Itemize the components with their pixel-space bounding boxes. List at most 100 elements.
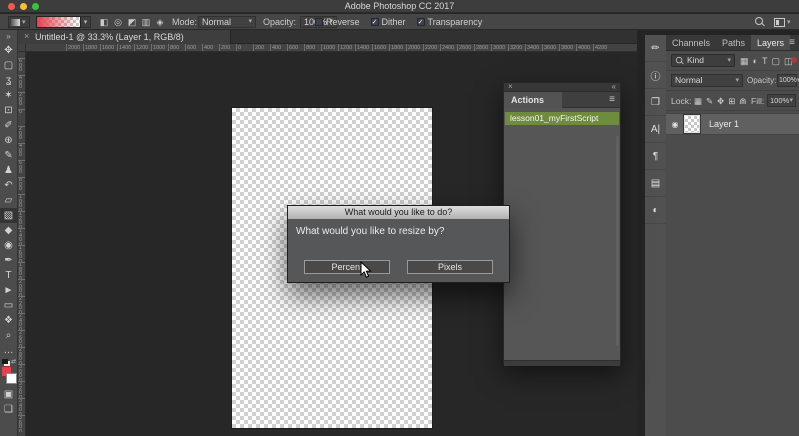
layer-visibility-icon[interactable]: ◉ (666, 120, 684, 129)
lasso-tool[interactable]: ʓ (0, 73, 17, 88)
angle-gradient-button[interactable]: ◩ (126, 16, 138, 28)
scrollbar[interactable] (616, 136, 619, 346)
document-tab[interactable]: × Untitled-1 @ 33.3% (Layer 1, RGB/8) (18, 30, 231, 44)
collapse-panel-icon[interactable]: « (612, 82, 616, 91)
type-tool[interactable]: T (0, 268, 17, 283)
brush-settings-panel-icon[interactable]: ✏ (645, 35, 666, 62)
edit-toolbar-button[interactable]: … (0, 343, 17, 358)
checkbox-box[interactable]: ✓ (370, 18, 379, 26)
actions-tab-row: Actions ≡ (504, 92, 620, 108)
tab-actions[interactable]: Actions (504, 92, 562, 108)
healing-brush-tool[interactable]: ⊕ (0, 133, 17, 148)
ruler-tick: 4000 (576, 44, 593, 51)
ruler-tick: 2400 (440, 44, 457, 51)
pixels-button[interactable]: Pixels (407, 260, 493, 274)
tool-preset-picker[interactable]: ▾ (8, 16, 30, 28)
tab-paths[interactable]: Paths (716, 35, 751, 50)
ruler-tick: 400 (270, 44, 287, 51)
swap-colors-icon[interactable]: ⇄ (11, 358, 16, 365)
checkbox-box[interactable] (315, 18, 323, 26)
crop-tool[interactable]: ⊡ (0, 103, 17, 118)
clone-stamp-tool[interactable]: ♟ (0, 163, 17, 178)
shape-tool[interactable]: ▭ (0, 298, 17, 313)
actions-list: lesson01_myFirstScript (504, 112, 620, 360)
screen-mode-button[interactable]: ❑ (0, 402, 17, 417)
layer-row[interactable]: ◉ Layer 1 (666, 113, 799, 135)
eyedropper-tool[interactable]: ✐ (0, 118, 17, 133)
fill-value: 100% (770, 96, 790, 105)
gradient-tool[interactable]: ▧ (0, 208, 17, 223)
gradient-preview[interactable] (36, 16, 81, 28)
hand-tool[interactable]: ❖ (0, 313, 17, 328)
layer-comps-panel-icon[interactable]: ▤ (645, 170, 666, 197)
dither-checkbox[interactable]: ✓ Dither (370, 17, 406, 27)
filter-toggle-icon[interactable] (791, 57, 797, 63)
info-panel-icon[interactable]: ⓘ (645, 62, 666, 89)
ruler-tick: 2400 (18, 313, 25, 330)
eraser-tool[interactable]: ▱ (0, 193, 17, 208)
diamond-gradient-button[interactable]: ◈ (154, 16, 166, 28)
paragraph-panel-icon[interactable]: ¶ (645, 143, 666, 170)
tab-channels[interactable]: Channels (666, 35, 716, 50)
linear-gradient-button[interactable]: ◧ (98, 16, 110, 28)
layer-filter-icons: ▦ ◐ T ▢ ◫ (740, 55, 792, 67)
layer-thumbnail[interactable] (684, 115, 700, 133)
close-tab-icon[interactable]: × (24, 31, 29, 41)
panel-menu-icon[interactable]: ≡ (609, 92, 615, 108)
fill-select[interactable]: 100% ▾ (767, 94, 796, 107)
ruler-tick: 600 (287, 44, 304, 51)
history-brush-tool[interactable]: ↶ (0, 178, 17, 193)
filter-adjustment-layers-icon[interactable]: ◐ (753, 55, 758, 67)
blend-mode-select[interactable]: Normal ▾ (671, 74, 743, 87)
rectangular-marquee-tool[interactable]: ▢ (0, 58, 17, 73)
search-icon[interactable] (755, 17, 764, 26)
reflected-gradient-button[interactable]: ▥ (140, 16, 152, 28)
blur-tool[interactable]: ◆ (0, 223, 17, 238)
filter-type-layers-icon[interactable]: T (762, 55, 768, 67)
reverse-checkbox[interactable]: Reverse (315, 17, 360, 27)
ruler-tick: 1600 (18, 245, 25, 262)
adjustments-panel-icon[interactable]: ◐ (645, 197, 666, 224)
lock-transparency-icon[interactable]: ▦ (694, 95, 702, 107)
magic-wand-tool[interactable]: ✶ (0, 88, 17, 103)
dodge-tool[interactable]: ◉ (0, 238, 17, 253)
close-panel-icon[interactable]: × (508, 82, 513, 91)
filter-kind-select[interactable]: Kind ▾ (671, 54, 735, 67)
filter-shape-layers-icon[interactable]: ▢ (771, 55, 780, 67)
actions-panel-footer (504, 360, 620, 366)
mode-select[interactable]: Normal ▾ (198, 16, 256, 28)
lock-all-icon[interactable]: ⋒ (739, 95, 746, 107)
ruler-tick: 1600 (372, 44, 389, 51)
ruler-tick: 2000 (66, 44, 83, 51)
radial-gradient-button[interactable]: ◎ (112, 16, 124, 28)
options-bar: ▾ ▾ ◧◎◩▥◈ Mode: Normal ▾ Opacity: 100% ▾… (0, 14, 799, 30)
action-item-lesson01[interactable]: lesson01_myFirstScript (505, 112, 619, 125)
lock-position-icon[interactable]: ✥ (717, 95, 724, 107)
zoom-tool[interactable]: ⌕ (0, 328, 17, 343)
tab-layers[interactable]: Layers (751, 35, 791, 50)
dialog-buttons: Percent Pixels (288, 260, 509, 274)
checkbox-box[interactable]: ✓ (416, 18, 425, 26)
workspace-switcher[interactable]: ▾ (774, 16, 794, 28)
panel-menu-icon[interactable]: ≡ (789, 35, 795, 51)
lock-artboard-icon[interactable]: ⊞ (728, 95, 735, 107)
layer-opacity-select[interactable]: 100% ▾ (777, 74, 799, 87)
character-panel-icon[interactable]: A| (645, 116, 666, 143)
transparency-checkbox[interactable]: ✓ Transparency (416, 17, 482, 27)
move-tool[interactable]: ✥ (0, 43, 17, 58)
default-colors-icon[interactable] (2, 359, 8, 364)
percent-button[interactable]: Percent (304, 260, 390, 274)
clone-source-panel-icon[interactable]: ❐ (645, 89, 666, 116)
background-color-swatch[interactable] (6, 373, 17, 384)
brush-tool[interactable]: ✎ (0, 148, 17, 163)
quick-mask-button[interactable]: ▣ (0, 387, 17, 402)
pen-tool[interactable]: ✒ (0, 253, 17, 268)
path-selection-tool[interactable]: ► (0, 283, 17, 298)
filter-pixel-layers-icon[interactable]: ▦ (740, 55, 749, 67)
lock-image-icon[interactable]: ✎ (706, 95, 713, 107)
gradient-picker-arrow[interactable]: ▾ (81, 16, 91, 28)
layer-name[interactable]: Layer 1 (709, 119, 739, 129)
ruler-tick: 3600 (18, 415, 25, 432)
toolbar-collapse-icon[interactable]: » (0, 30, 17, 43)
document-tab-bar: × Untitled-1 @ 33.3% (Layer 1, RGB/8) (18, 30, 637, 44)
